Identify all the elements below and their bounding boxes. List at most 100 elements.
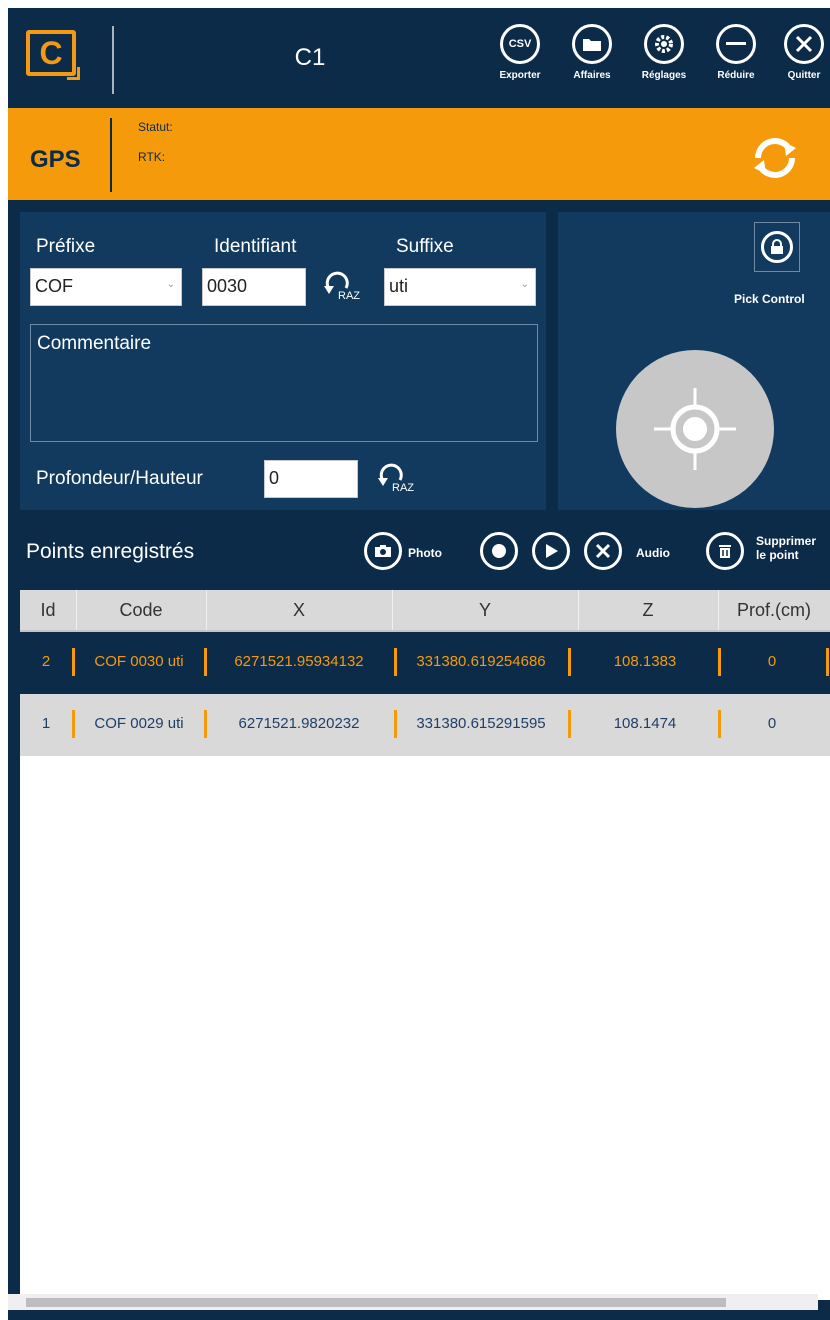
affaires-button[interactable]: Affaires [556, 24, 628, 81]
status-label: Statut: [138, 120, 173, 134]
record-icon [492, 544, 506, 558]
depth-label: Profondeur/Hauteur [36, 468, 203, 489]
gps-status-bar: GPS Statut: RTK: [8, 108, 830, 200]
export-label: Exporter [499, 70, 541, 81]
close-icon [784, 24, 824, 64]
cell-separator [204, 648, 207, 676]
comment-field[interactable]: Commentaire [30, 324, 538, 442]
crosshair-icon [654, 388, 736, 470]
chevron-down-icon: ⌄ [166, 279, 175, 290]
lock-button[interactable] [754, 222, 800, 272]
pick-target-button[interactable] [616, 350, 774, 508]
quit-button[interactable]: Quitter [768, 24, 830, 81]
points-title: Points enregistrés [26, 540, 195, 563]
cell-code: COF 0030 uti [94, 653, 184, 670]
delete-point-label: Supprimer le point [756, 534, 816, 562]
cell-id: 2 [41, 653, 51, 670]
cell-x: 6271521.9820232 [238, 715, 360, 732]
cell-separator [718, 648, 721, 676]
column-header-z[interactable]: Z [578, 600, 718, 621]
quit-label: Quitter [787, 70, 821, 81]
cell-id: 1 [41, 715, 51, 732]
table-row[interactable]: 1 COF 0029 uti 6271521.9820232 331380.61… [20, 694, 830, 756]
column-header-id[interactable]: Id [20, 600, 76, 621]
settings-button[interactable]: Réglages [628, 24, 700, 81]
raz-label: RAZ [392, 482, 414, 494]
cell-z: 108.1383 [613, 653, 677, 670]
refresh-icon[interactable] [748, 136, 802, 180]
divider [112, 26, 114, 94]
rtk-label: RTK: [138, 150, 166, 164]
column-header-prof[interactable]: Prof.(cm) [718, 600, 830, 621]
minimize-button[interactable]: Réduire [700, 24, 772, 81]
cell-y: 331380.619254686 [416, 653, 546, 670]
page-title: C1 [294, 44, 326, 71]
prefix-value: COF [35, 276, 73, 296]
horizontal-scrollbar[interactable] [8, 1294, 818, 1310]
minus-icon [716, 24, 756, 64]
cell-separator [204, 710, 207, 738]
csv-export-icon: CSV [500, 24, 540, 64]
export-button[interactable]: CSV Exporter [484, 24, 556, 81]
trash-icon [719, 545, 731, 558]
gps-label: GPS [30, 146, 81, 173]
settings-label: Réglages [641, 70, 687, 81]
depth-value: 0 [269, 468, 280, 488]
reset-identifier-button[interactable]: RAZ [322, 270, 366, 310]
top-bar: C C1 CSV Exporter Affaires Réglages Rédu… [8, 8, 830, 108]
delete-point-button[interactable] [706, 532, 744, 570]
scrollbar-thumb[interactable] [26, 1298, 726, 1307]
cell-prof: 0 [767, 715, 777, 732]
lock-icon [761, 231, 793, 263]
audio-label: Audio [636, 546, 670, 560]
identifier-input[interactable]: 0030 [202, 268, 306, 306]
prefix-label: Préfixe [36, 236, 96, 257]
cell-separator [72, 648, 75, 676]
gear-icon [644, 24, 684, 64]
points-table: Id Code X Y Z Prof.(cm) 2 COF 0030 uti 6… [20, 590, 830, 1300]
cell-separator [72, 710, 75, 738]
delete-audio-button[interactable] [584, 532, 622, 570]
bottom-edge [8, 1312, 830, 1320]
depth-input[interactable]: 0 [264, 460, 358, 498]
cell-prof: 0 [767, 653, 777, 670]
identifier-value: 0030 [207, 276, 248, 296]
column-header-x[interactable]: X [206, 600, 392, 621]
table-row[interactable]: 2 COF 0030 uti 6271521.95934132 331380.6… [20, 632, 830, 694]
column-header-y[interactable]: Y [392, 600, 578, 621]
identifier-label: Identifiant [214, 236, 297, 257]
cell-z: 108.1474 [613, 715, 677, 732]
point-form-panel: Préfixe Identifiant Suffixe COF ⌄ 0030 R… [20, 212, 546, 510]
raz-label: RAZ [338, 290, 360, 302]
close-icon [595, 543, 611, 559]
record-button[interactable] [480, 532, 518, 570]
comment-placeholder: Commentaire [37, 333, 152, 354]
cell-separator [394, 648, 397, 676]
app-logo: C [26, 30, 80, 80]
play-icon [546, 544, 558, 558]
pick-control-panel: Pick Control [558, 212, 830, 510]
suffix-dropdown[interactable]: uti ⌄ [384, 268, 536, 306]
app-window: C C1 CSV Exporter Affaires Réglages Rédu… [8, 8, 830, 1320]
cell-separator [826, 648, 829, 676]
camera-icon [375, 545, 391, 557]
chevron-down-icon: ⌄ [520, 279, 529, 290]
play-button[interactable] [532, 532, 570, 570]
reset-depth-button[interactable]: RAZ [376, 462, 420, 502]
cell-separator [718, 710, 721, 738]
photo-label: Photo [408, 546, 442, 560]
photo-button[interactable] [364, 532, 402, 570]
logo-letter: C [39, 34, 63, 71]
cell-separator [394, 710, 397, 738]
minimize-label: Réduire [717, 70, 755, 81]
prefix-dropdown[interactable]: COF ⌄ [30, 268, 182, 306]
cell-separator [568, 710, 571, 738]
cell-separator [568, 648, 571, 676]
delete-point-label-line2: le point [756, 548, 799, 562]
cell-code: COF 0029 uti [94, 715, 184, 732]
pick-control-label: Pick Control [734, 292, 805, 306]
column-header-code[interactable]: Code [76, 600, 206, 621]
suffix-value: uti [389, 276, 409, 296]
folder-icon [572, 24, 612, 64]
suffix-label: Suffixe [396, 236, 454, 257]
